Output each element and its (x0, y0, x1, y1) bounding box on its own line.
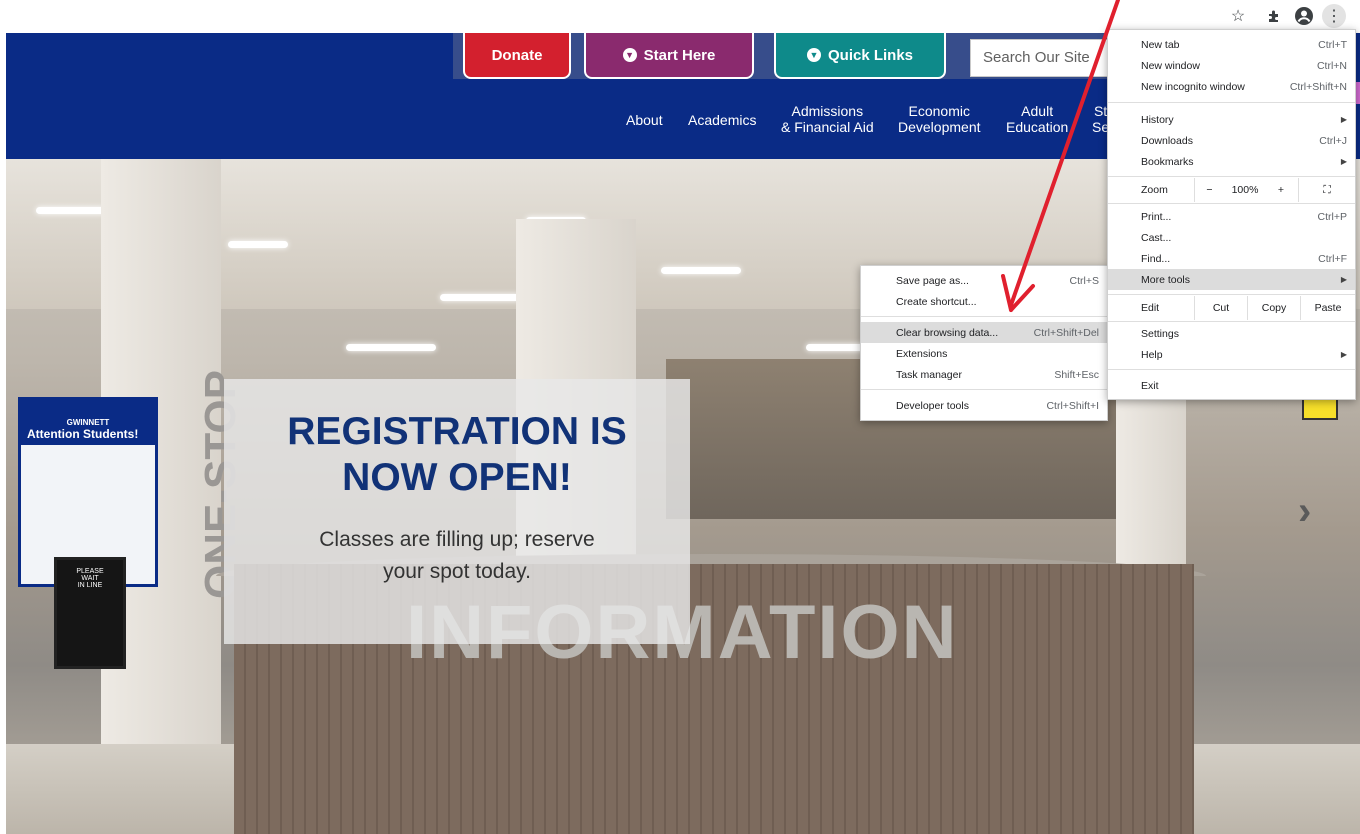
menu-item-developer-tools[interactable]: Developer tools Ctrl+Shift+I (861, 395, 1107, 416)
nav-item-economic-development[interactable]: Economic Development (898, 103, 981, 135)
menu-item-more-tools[interactable]: More tools ▶ (1108, 269, 1355, 290)
ceiling-light (36, 207, 106, 214)
menu-item-cast[interactable]: Cast... (1108, 227, 1355, 248)
quick-links-button[interactable]: ▼ Quick Links (774, 33, 946, 79)
menu-item-exit[interactable]: Exit (1108, 375, 1355, 396)
zoom-out-button[interactable]: − (1194, 178, 1224, 202)
cut-button[interactable]: Cut (1194, 296, 1247, 320)
sign-brand: GWINNETT (66, 418, 110, 427)
menu-item-bookmarks[interactable]: Bookmarks ▶ (1108, 151, 1355, 172)
zoom-label: Zoom (1141, 184, 1168, 196)
please-wait-sign: PLEASE WAIT IN LINE (54, 557, 126, 669)
menu-item-help[interactable]: Help ▶ (1108, 344, 1355, 365)
menu-item-create-shortcut[interactable]: Create shortcut... (861, 291, 1107, 312)
menu-separator (861, 389, 1107, 390)
menu-separator (1108, 321, 1355, 322)
menu-item-new-window[interactable]: New window Ctrl+N (1108, 55, 1355, 76)
menu-item-print[interactable]: Print... Ctrl+P (1108, 206, 1355, 227)
menu-item-history[interactable]: History ▶ (1108, 109, 1355, 130)
zoom-in-button[interactable]: + (1266, 178, 1296, 202)
menu-separator (1108, 369, 1355, 370)
more-tools-submenu: Save page as... Ctrl+S Create shortcut...… (860, 265, 1108, 421)
menu-item-downloads[interactable]: Downloads Ctrl+J (1108, 130, 1355, 151)
menu-item-task-manager[interactable]: Task manager Shift+Esc (861, 364, 1107, 385)
menu-separator (1108, 294, 1355, 295)
ceiling-light (228, 241, 288, 248)
quick-links-label: Quick Links (827, 46, 914, 64)
menu-separator (1108, 176, 1355, 177)
carousel-next-icon[interactable]: › (1298, 489, 1311, 534)
profile-avatar-icon[interactable] (1292, 4, 1316, 28)
sign-heading: Attention Students! (27, 427, 139, 441)
menu-item-extensions[interactable]: Extensions (861, 343, 1107, 364)
browser-main-menu: New tab Ctrl+T New window Ctrl+N New incog… (1107, 29, 1356, 400)
menu-separator (1108, 203, 1355, 204)
zoom-level: 100% (1231, 184, 1259, 196)
submenu-arrow-icon: ▶ (1340, 157, 1347, 166)
fullscreen-icon[interactable]: ⛶ (1298, 178, 1355, 202)
menu-separator (861, 316, 1107, 317)
submenu-arrow-icon: ▶ (1340, 115, 1347, 124)
menu-separator (1108, 102, 1355, 103)
menu-item-new-incognito-window[interactable]: New incognito window Ctrl+Shift+N (1108, 76, 1355, 97)
submenu-arrow-icon: ▶ (1340, 275, 1347, 284)
menu-item-new-tab[interactable]: New tab Ctrl+T (1108, 34, 1355, 55)
chevron-down-icon: ▼ (806, 48, 821, 62)
nav-item-adult-education[interactable]: Adult Education (1006, 103, 1068, 135)
ceiling-light (346, 344, 436, 351)
start-here-button[interactable]: ▼ Start Here (584, 33, 754, 79)
menu-item-save-page[interactable]: Save page as... Ctrl+S (861, 270, 1107, 291)
edit-label: Edit (1141, 302, 1160, 314)
nav-item-about[interactable]: About (626, 112, 663, 128)
edit-row: Edit Cut Copy Paste (1108, 296, 1355, 320)
extensions-puzzle-icon[interactable] (1262, 4, 1286, 28)
bookmark-star-icon[interactable]: ☆ (1226, 4, 1250, 28)
nav-item-admissions[interactable]: Admissions & Financial Aid (781, 103, 874, 135)
copy-button[interactable]: Copy (1247, 296, 1300, 320)
donate-button[interactable]: Donate (463, 33, 571, 79)
menu-item-find[interactable]: Find... Ctrl+F (1108, 248, 1355, 269)
start-here-label: Start Here (643, 46, 716, 64)
donate-label: Donate (491, 46, 543, 64)
hero-title: REGISTRATION IS NOW OPEN! (287, 410, 627, 499)
menu-item-clear-browsing-data[interactable]: Clear browsing data... Ctrl+Shift+Del (861, 322, 1107, 343)
paste-button[interactable]: Paste (1300, 296, 1355, 320)
ceiling-light (661, 267, 741, 274)
nav-item-academics[interactable]: Academics (688, 112, 756, 128)
ceiling-light (440, 294, 520, 301)
chevron-down-icon: ▼ (622, 48, 637, 62)
browser-menu-icon[interactable]: ⋮ (1322, 4, 1346, 28)
hero-subtitle: Classes are filling up; reserve your spo… (319, 528, 595, 583)
zoom-row: Zoom − 100% + ⛶ (1108, 178, 1355, 202)
site-search-input[interactable]: Search Our Site (970, 39, 1120, 77)
submenu-arrow-icon: ▶ (1340, 350, 1347, 359)
hero-card: REGISTRATION IS NOW OPEN! Classes are fi… (224, 379, 690, 644)
menu-item-settings[interactable]: Settings (1108, 323, 1355, 344)
